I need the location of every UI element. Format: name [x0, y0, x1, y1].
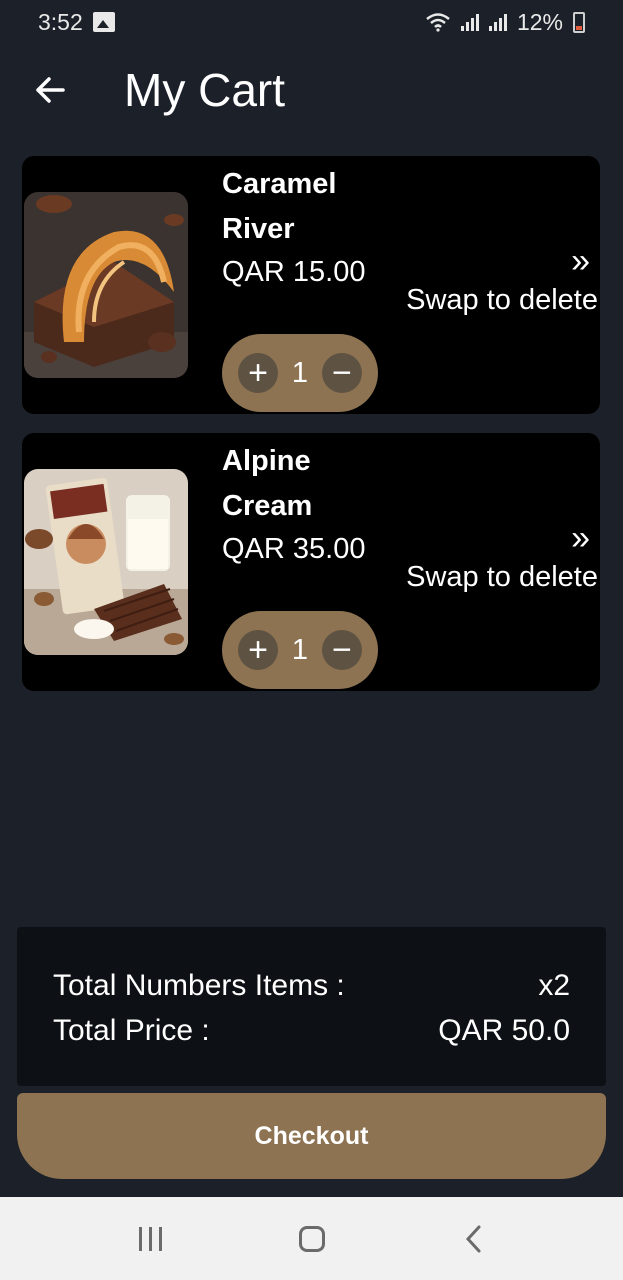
- product-name: Alpine Cream: [222, 445, 313, 522]
- double-chevron-right-icon: »: [571, 242, 590, 280]
- swipe-to-delete-label: Swap to delete: [406, 284, 598, 316]
- status-left: 3:52: [38, 9, 115, 36]
- decrease-quantity-button[interactable]: −: [321, 353, 362, 393]
- total-price-value: QAR 50.0: [438, 1014, 570, 1047]
- total-items-row: Total Numbers Items : x2: [53, 963, 570, 1008]
- arrow-left-icon: [36, 77, 65, 103]
- home-button[interactable]: [282, 1209, 342, 1269]
- increase-quantity-button[interactable]: +: [238, 630, 278, 670]
- cart-item[interactable]: Alpine Cream QAR 35.00 + 1 − » Swap to d…: [22, 433, 600, 691]
- quantity-value: 1: [291, 356, 309, 389]
- cart-item[interactable]: Caramel River QAR 15.00 + 1 − » Swap to …: [22, 156, 600, 414]
- total-items-value: x2: [538, 969, 570, 1002]
- signal-icon: [460, 13, 479, 31]
- cart-summary: Total Numbers Items : x2 Total Price : Q…: [17, 927, 606, 1086]
- battery-percent: 12%: [516, 8, 563, 35]
- cart-list: Caramel River QAR 15.00 + 1 − » Swap to …: [22, 156, 600, 710]
- quantity-value: 1: [291, 633, 309, 666]
- alpine-cream-chocolate-image: [24, 469, 188, 655]
- product-price: QAR 15.00: [222, 256, 366, 288]
- recents-button[interactable]: [121, 1209, 181, 1269]
- gallery-icon: [92, 12, 115, 32]
- product-price: QAR 35.00: [222, 533, 366, 565]
- back-button[interactable]: [20, 60, 80, 120]
- home-icon: [298, 1225, 325, 1252]
- increase-quantity-button[interactable]: +: [238, 353, 278, 393]
- system-back-button[interactable]: [443, 1209, 503, 1269]
- status-time: 3:52: [38, 8, 83, 35]
- swipe-hint: » Swap to delete: [378, 519, 598, 594]
- double-chevron-right-icon: »: [571, 519, 590, 557]
- decrease-quantity-button[interactable]: −: [321, 630, 362, 670]
- wifi-icon: [426, 13, 450, 32]
- quantity-stepper: + 1 −: [222, 611, 378, 689]
- signal-icon: [488, 13, 507, 31]
- total-price-row: Total Price : QAR 50.0: [53, 1008, 570, 1053]
- status-right: 12%: [425, 9, 585, 36]
- total-items-label: Total Numbers Items :: [53, 969, 345, 1002]
- page-title: My Cart: [124, 64, 285, 116]
- swipe-to-delete-label: Swap to delete: [406, 561, 598, 593]
- total-price-label: Total Price :: [53, 1014, 210, 1047]
- battery-icon: [573, 11, 585, 33]
- quantity-stepper: + 1 −: [222, 334, 378, 412]
- header: My Cart: [0, 58, 623, 122]
- product-name: Caramel River: [222, 168, 337, 245]
- status-bar: 3:52 12%: [0, 0, 623, 44]
- checkout-button[interactable]: Checkout: [17, 1093, 606, 1179]
- swipe-hint: » Swap to delete: [378, 242, 598, 317]
- system-nav-bar: [0, 1197, 623, 1280]
- back-icon: [465, 1225, 480, 1252]
- caramel-chocolate-image: [24, 192, 188, 378]
- recents-icon: [139, 1226, 162, 1251]
